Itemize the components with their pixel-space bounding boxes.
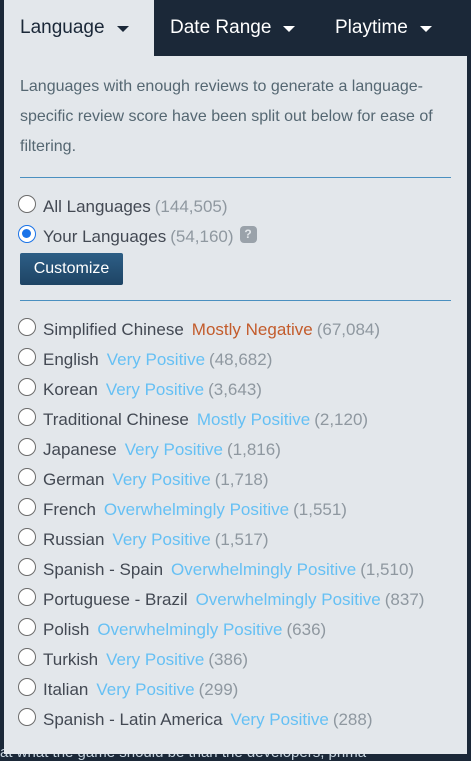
review-score: Very Positive (112, 470, 211, 489)
language-radio[interactable] (18, 468, 36, 486)
language-radio[interactable] (18, 378, 36, 396)
review-count: (67,084) (316, 320, 381, 339)
language-option[interactable]: Korean Very Positive (3,643) (18, 375, 262, 405)
review-count: (1,517) (214, 530, 269, 549)
language-radio[interactable] (18, 648, 36, 666)
option-label: Your Languages (43, 227, 167, 246)
language-name: Traditional Chinese (43, 410, 189, 429)
tab-language[interactable]: Language (4, 0, 154, 56)
review-score: Very Positive (124, 440, 223, 459)
language-option[interactable]: English Very Positive (48,682) (18, 345, 272, 375)
review-score: Mostly Positive (196, 410, 311, 429)
review-count: (2,120) (314, 410, 369, 429)
language-radio[interactable] (18, 408, 36, 426)
language-radio[interactable] (18, 708, 36, 726)
language-name: Turkish (43, 650, 99, 669)
language-option[interactable]: Polish Overwhelmingly Positive (636) (18, 615, 326, 645)
language-option[interactable]: French Overwhelmingly Positive (1,551) (18, 495, 347, 525)
option-count: (54,160) (170, 227, 234, 246)
divider (20, 177, 451, 178)
option-your-languages[interactable]: Your Languages (54,160) ? (18, 222, 257, 252)
review-score: Mostly Negative (191, 320, 313, 339)
language-option[interactable]: Simplified Chinese Mostly Negative (67,084… (18, 315, 380, 345)
tab-date-range-label: Date Range (170, 17, 272, 38)
tab-playtime-label: Playtime (335, 17, 408, 38)
review-count: (288) (332, 710, 373, 729)
language-option[interactable]: Traditional Chinese Mostly Positive (2,120… (18, 405, 368, 435)
language-radio[interactable] (18, 558, 36, 576)
language-radio[interactable] (18, 678, 36, 696)
language-radio[interactable] (18, 318, 36, 336)
language-name: French (43, 500, 96, 519)
language-option[interactable]: Spanish - Spain Overwhelmingly Positive (1… (18, 555, 414, 585)
option-label: All Languages (43, 197, 151, 216)
language-name: Russian (43, 530, 105, 549)
help-icon[interactable]: ? (239, 225, 257, 243)
review-score: Overwhelmingly Positive (171, 560, 357, 579)
language-option[interactable]: Spanish - Latin America Very Positive (288… (18, 705, 373, 735)
tab-playtime[interactable]: Playtime (318, 0, 468, 56)
language-radio[interactable] (18, 528, 36, 546)
review-score: Very Positive (106, 350, 206, 369)
language-radio[interactable] (18, 348, 36, 366)
review-score: Overwhelmingly Positive (195, 590, 381, 609)
language-radio[interactable] (18, 588, 36, 606)
tab-date-range[interactable]: Date Range (154, 0, 318, 56)
radio-all-languages[interactable] (18, 195, 36, 213)
language-name: Italian (43, 680, 89, 699)
language-name: Spanish - Spain (43, 560, 164, 579)
language-filter-dropdown: Languages with enough reviews to generat… (4, 56, 467, 754)
review-count: (837) (384, 590, 425, 609)
language-option[interactable]: Italian Very Positive (299) (18, 675, 238, 705)
chevron-down-icon (419, 26, 432, 32)
filter-tab-bar: Language Date Range Playtime (0, 0, 471, 56)
language-option[interactable]: Portuguese - Brazil Overwhelmingly Positi… (18, 585, 424, 615)
review-count: (299) (198, 680, 239, 699)
language-name: German (43, 470, 105, 489)
chevron-down-icon (116, 26, 129, 32)
language-name: Polish (43, 620, 90, 639)
language-radio[interactable] (18, 438, 36, 456)
language-name: Korean (43, 380, 98, 399)
review-score: Very Positive (96, 680, 195, 699)
language-name: Japanese (43, 440, 117, 459)
review-count: (636) (286, 620, 327, 639)
language-name: English (43, 350, 99, 369)
language-name: Simplified Chinese (43, 320, 184, 339)
tab-language-label: Language (20, 17, 105, 38)
review-score: Very Positive (106, 650, 205, 669)
review-count: (1,718) (214, 470, 269, 489)
language-option[interactable]: Japanese Very Positive (1,816) (18, 435, 281, 465)
review-count: (3,643) (208, 380, 262, 399)
language-name: Portuguese - Brazil (43, 590, 188, 609)
review-count: (386) (208, 650, 249, 669)
review-score: Overwhelmingly Positive (103, 500, 290, 519)
review-score: Very Positive (230, 710, 329, 729)
language-radio[interactable] (18, 498, 36, 516)
review-count: (1,551) (293, 500, 347, 519)
chevron-down-icon (283, 26, 296, 32)
review-count: (1,510) (360, 560, 415, 579)
review-count: (48,682) (209, 350, 273, 369)
language-filter-intro: Languages with enough reviews to generat… (20, 78, 433, 155)
customize-button[interactable]: Customize (20, 253, 123, 285)
language-option[interactable]: Russian Very Positive (1,517) (18, 525, 269, 555)
divider (20, 300, 451, 301)
review-count: (1,816) (227, 440, 281, 459)
language-name: Spanish - Latin America (43, 710, 223, 729)
radio-your-languages[interactable] (18, 225, 36, 243)
language-radio[interactable] (18, 618, 36, 636)
review-score: Very Positive (112, 530, 211, 549)
language-option[interactable]: Turkish Very Positive (386) (18, 645, 248, 675)
review-score: Overwhelmingly Positive (97, 620, 283, 639)
option-all-languages[interactable]: All Languages (144,505) (18, 192, 228, 222)
review-score: Very Positive (105, 380, 205, 399)
option-count: (144,505) (154, 197, 228, 216)
language-option[interactable]: German Very Positive (1,718) (18, 465, 269, 495)
